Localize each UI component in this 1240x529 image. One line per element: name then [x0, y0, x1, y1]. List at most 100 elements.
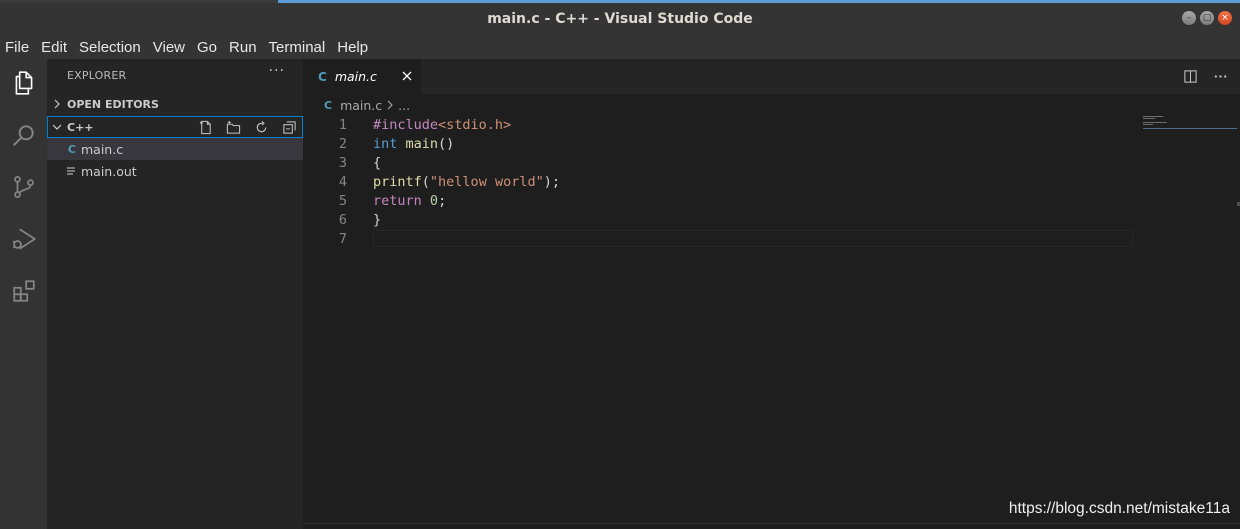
- explorer-icon[interactable]: [0, 59, 47, 107]
- window-title: main.c - C++ - Visual Studio Code: [487, 11, 753, 27]
- editor-tabs: C main.c: [303, 59, 1240, 94]
- tab-label: main.c: [334, 69, 377, 84]
- menu-terminal[interactable]: Terminal: [263, 35, 332, 59]
- minimap-line: [1143, 118, 1155, 119]
- menu-go[interactable]: Go: [191, 35, 223, 59]
- activity-bar: [0, 59, 47, 529]
- line-number: 6: [338, 212, 347, 228]
- code-text: {: [373, 154, 381, 173]
- file-item-main-out[interactable]: main.out: [47, 160, 303, 182]
- menu-selection[interactable]: Selection: [73, 35, 147, 59]
- code-line[interactable]: 3{: [303, 154, 1133, 173]
- line-number: 3: [338, 155, 347, 171]
- panel-divider: [303, 523, 1240, 524]
- code-line[interactable]: 2 int main(): [303, 135, 1133, 154]
- title-bar: main.c - C++ - Visual Studio Code – □ ×: [0, 3, 1240, 35]
- minimap-slider[interactable]: [1143, 128, 1237, 129]
- code-text: int main(): [373, 135, 454, 154]
- breadcrumb-rest[interactable]: ...: [398, 98, 410, 113]
- code-text: return 0;: [373, 192, 446, 211]
- minimize-button[interactable]: –: [1182, 11, 1196, 25]
- code-text: #include<stdio.h>: [373, 116, 511, 135]
- code-token: {: [373, 155, 382, 171]
- more-actions-icon[interactable]: ···: [269, 63, 285, 79]
- source-control-icon[interactable]: [0, 163, 47, 211]
- menu-run[interactable]: Run: [223, 35, 263, 59]
- code-token: <stdio.h>: [438, 117, 512, 133]
- explorer-header: EXPLORER: [67, 69, 127, 82]
- chevron-right-icon: [386, 100, 394, 110]
- extensions-icon[interactable]: [0, 267, 47, 315]
- breadcrumb: C main.c ...: [303, 94, 1240, 116]
- code-line[interactable]: 4 printf("hellow world");: [303, 173, 1133, 192]
- current-line-highlight: [373, 230, 1133, 247]
- more-actions-icon[interactable]: [1212, 68, 1228, 84]
- code-token: (): [438, 136, 455, 152]
- code-token: 0: [429, 193, 439, 209]
- c-file-icon: C: [318, 69, 327, 84]
- menu-bar: File Edit Selection View Go Run Terminal…: [0, 35, 1240, 59]
- code-token: (: [421, 174, 430, 190]
- code-line[interactable]: 1 #include<stdio.h>: [303, 116, 1133, 135]
- split-editor-icon[interactable]: [1182, 68, 1198, 84]
- folder-section[interactable]: C++: [47, 116, 303, 138]
- code-token: );: [543, 174, 560, 190]
- code-line[interactable]: 7: [303, 230, 1133, 249]
- new-file-icon[interactable]: [197, 119, 213, 135]
- file-name: main.out: [81, 163, 137, 179]
- vertical-scrollbar[interactable]: [1233, 116, 1240, 526]
- open-editors-section[interactable]: OPEN EDITORS: [47, 93, 303, 115]
- menu-file[interactable]: File: [0, 35, 35, 59]
- explorer-sidebar: EXPLORER ··· OPEN EDITORS C++ C main.c m…: [47, 59, 303, 529]
- maximize-button[interactable]: □: [1200, 11, 1214, 25]
- line-number: 7: [338, 231, 347, 247]
- minimap-line: [1143, 116, 1163, 117]
- c-file-icon: C: [324, 98, 333, 112]
- breadcrumb-file[interactable]: main.c: [340, 98, 382, 113]
- code-line[interactable]: 6}: [303, 211, 1133, 230]
- code-token: ;: [438, 193, 447, 209]
- c-file-icon: C: [67, 142, 76, 156]
- menu-view[interactable]: View: [147, 35, 191, 59]
- menu-help[interactable]: Help: [331, 35, 374, 59]
- close-icon[interactable]: [399, 68, 415, 84]
- file-item-main-c[interactable]: C main.c: [47, 138, 303, 160]
- code-token: #include: [373, 117, 439, 133]
- folder-actions: [197, 119, 297, 135]
- line-number: 4: [338, 174, 347, 190]
- refresh-icon[interactable]: [253, 119, 269, 135]
- code-text: printf("hellow world");: [373, 173, 560, 192]
- search-icon[interactable]: [0, 111, 47, 159]
- code-token: return: [373, 193, 422, 209]
- minimap-line: [1143, 124, 1153, 125]
- watermark: https://blog.csdn.net/mistake11a: [1008, 500, 1230, 517]
- lines-icon: [47, 166, 81, 176]
- folder-label: C++: [67, 120, 94, 134]
- close-button[interactable]: ×: [1218, 11, 1232, 25]
- code-token: int: [373, 136, 398, 152]
- chevron-down-icon: [47, 122, 67, 132]
- code-token: printf: [373, 174, 422, 190]
- code-line[interactable]: 5 return 0;: [303, 192, 1133, 211]
- code-token: }: [373, 212, 382, 228]
- chevron-right-icon: [47, 99, 67, 109]
- collapse-all-icon[interactable]: [281, 119, 297, 135]
- file-name: main.c: [81, 141, 124, 157]
- line-number: 1: [338, 117, 347, 133]
- line-number: 2: [338, 136, 347, 152]
- code-editor[interactable]: 1 #include<stdio.h> 2 int main() 3{4 printf("…: [303, 116, 1240, 526]
- editor-actions: [1182, 68, 1228, 84]
- open-editors-label: OPEN EDITORS: [67, 97, 159, 111]
- new-folder-icon[interactable]: [225, 119, 241, 135]
- code-text: }: [373, 211, 381, 230]
- line-number: 5: [338, 193, 347, 209]
- run-debug-icon[interactable]: [0, 215, 47, 263]
- menu-edit[interactable]: Edit: [35, 35, 73, 59]
- code-token: main: [405, 136, 439, 152]
- tab-main-c[interactable]: C main.c: [303, 59, 421, 94]
- minimap-line: [1143, 122, 1167, 123]
- code-token: "hellow world": [429, 174, 544, 190]
- window-controls: – □ ×: [1182, 11, 1232, 25]
